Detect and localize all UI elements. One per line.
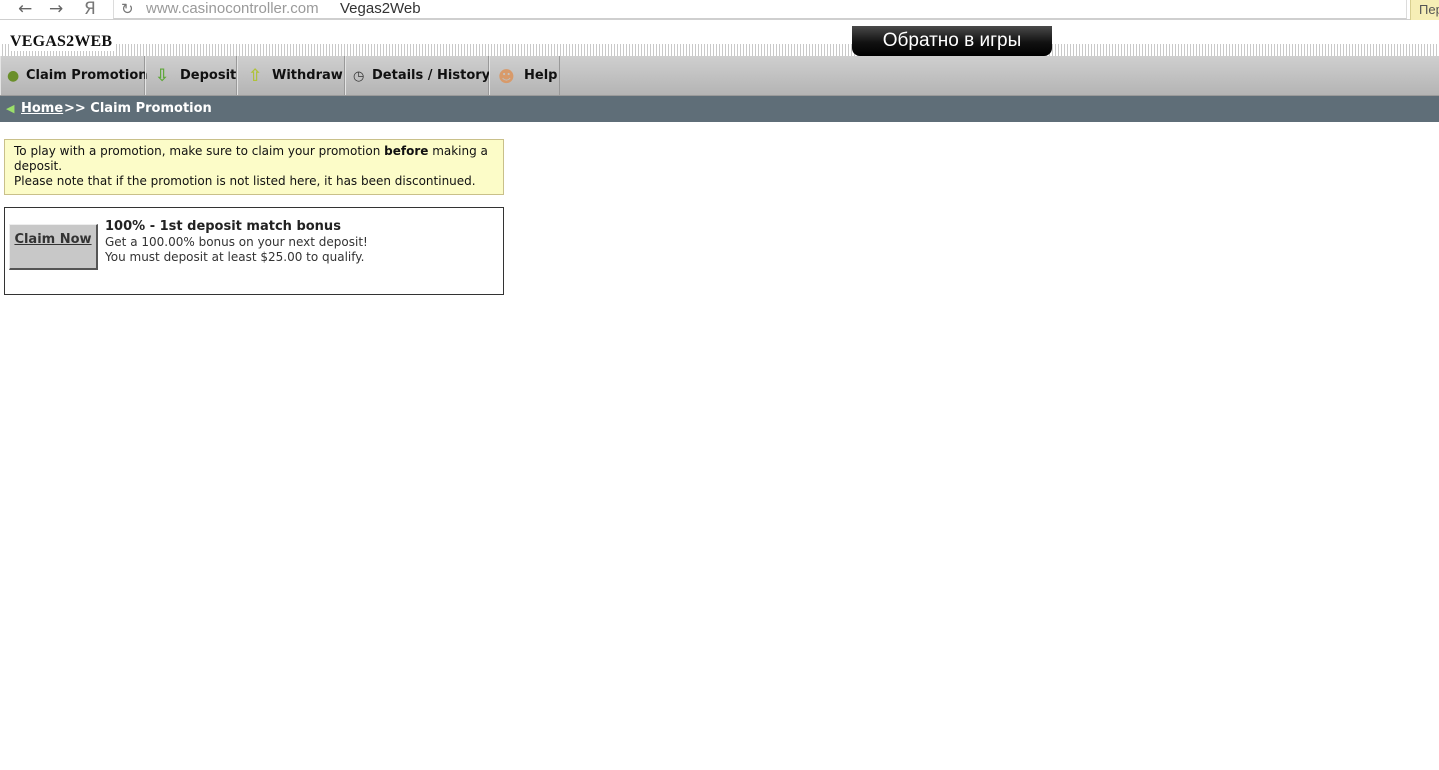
- back-arrow-icon[interactable]: ←: [18, 0, 32, 19]
- site-logo: VEGAS2WEB: [10, 33, 117, 51]
- promotion-card: Claim Now 100% - 1st deposit match bonus…: [4, 207, 504, 295]
- breadcrumb-home-link[interactable]: Home: [21, 96, 63, 122]
- promotion-notice: To play with a promotion, make sure to c…: [4, 139, 504, 195]
- coin-icon: ●: [7, 68, 20, 84]
- notice-text-bold: before: [384, 144, 429, 158]
- reload-icon[interactable]: ↻: [121, 0, 134, 19]
- url-domain[interactable]: www.casinocontroller.com: [146, 0, 319, 18]
- header-background: [0, 26, 1439, 44]
- menu-item-withdraw[interactable]: ⇧ Withdraw: [237, 56, 345, 95]
- arrow-down-icon: ⇩: [155, 66, 170, 86]
- main-menu: ● Claim Promotion ⇩ Deposit ⇧ Withdraw ◷…: [0, 56, 1439, 96]
- clock-icon: ◷: [353, 69, 365, 84]
- arrow-up-icon: ⇧: [248, 66, 263, 86]
- browser-toolbar: ← → Я ↻ www.casinocontroller.com Vegas2W…: [0, 0, 1439, 20]
- person-icon: ☻: [498, 67, 515, 86]
- translate-button[interactable]: Пер: [1410, 0, 1439, 20]
- claim-now-button[interactable]: Claim Now: [9, 224, 98, 270]
- url-page-title[interactable]: Vegas2Web: [340, 0, 421, 18]
- notice-text-before: To play with a promotion, make sure to c…: [14, 144, 385, 158]
- yandex-icon[interactable]: Я: [84, 0, 96, 19]
- triangle-left-icon: ◀: [6, 102, 15, 115]
- breadcrumb: ◀ Home >> Claim Promotion: [0, 96, 1439, 122]
- menu-item-claim-promotion[interactable]: ● Claim Promotion: [0, 56, 148, 95]
- forward-arrow-icon[interactable]: →: [49, 0, 63, 19]
- menu-item-label: Deposit: [180, 68, 237, 83]
- promotion-title: 100% - 1st deposit match bonus: [105, 219, 341, 234]
- menu-item-label: Details / History: [372, 68, 491, 83]
- promotion-description: Get a 100.00% bonus on your next deposit…: [105, 235, 368, 249]
- promotion-requirement: You must deposit at least $25.00 to qual…: [105, 250, 365, 264]
- menu-item-details-history[interactable]: ◷ Details / History: [345, 56, 491, 95]
- breadcrumb-current: >> Claim Promotion: [64, 101, 212, 116]
- back-to-games-button[interactable]: Обратно в игры: [852, 26, 1052, 56]
- notice-text-line2: Please note that if the promotion is not…: [14, 174, 476, 188]
- menu-item-label: Help: [524, 68, 558, 83]
- menu-item-label: Claim Promotion: [26, 68, 148, 83]
- menu-item-label: Withdraw: [272, 68, 343, 83]
- menu-item-deposit[interactable]: ⇩ Deposit: [145, 56, 237, 95]
- site-header: VEGAS2WEB Обратно в игры: [0, 26, 1439, 56]
- menu-item-help[interactable]: ☻ Help: [489, 56, 560, 95]
